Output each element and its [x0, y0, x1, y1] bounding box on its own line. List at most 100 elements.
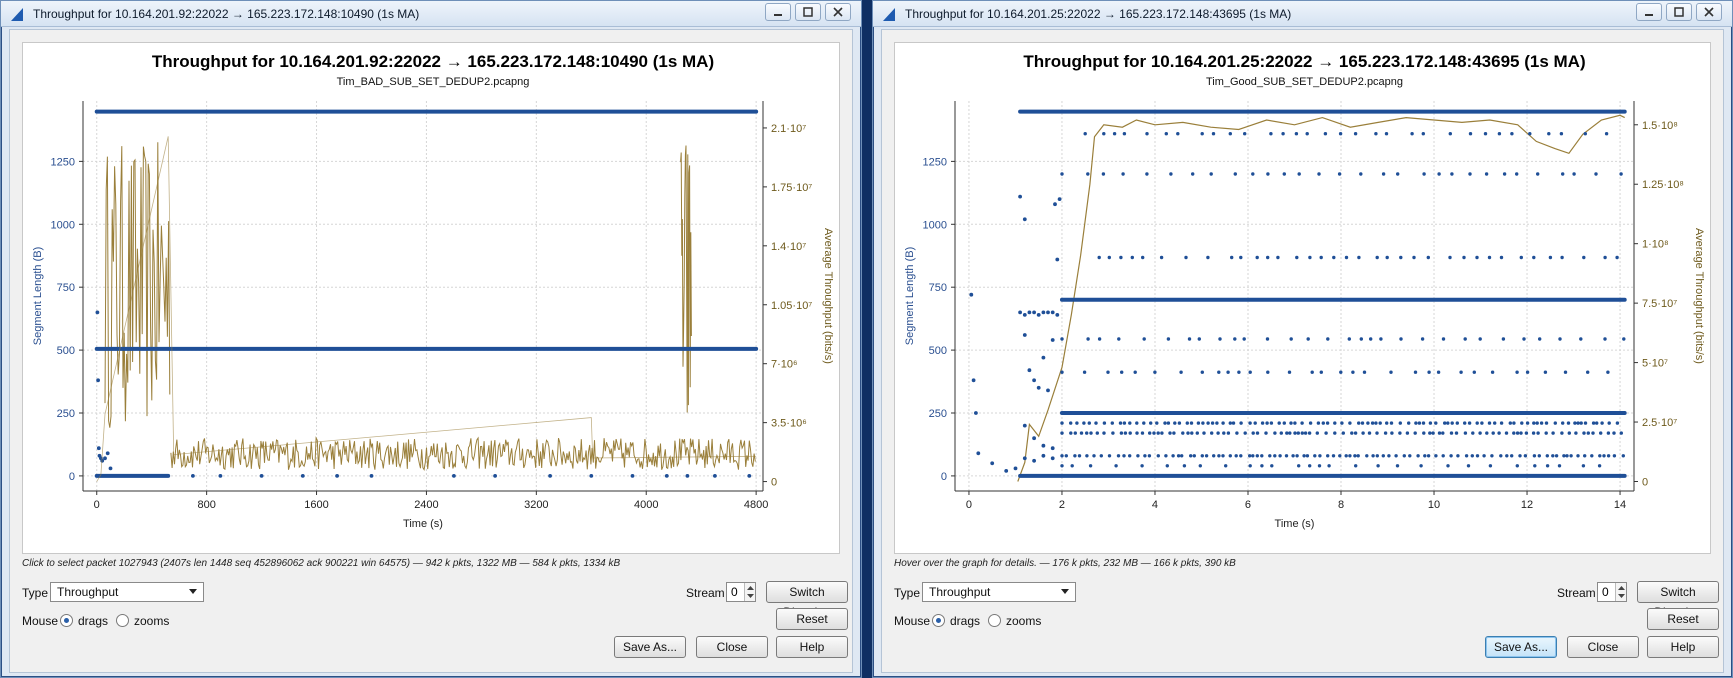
segment-point: [1437, 172, 1441, 176]
segment-point: [1563, 370, 1568, 374]
close-window-button[interactable]: [1696, 3, 1722, 21]
segment-point: [1251, 431, 1255, 435]
y2-tick-label: 1.5·10⁸: [1642, 120, 1678, 132]
segment-point: [1615, 421, 1620, 425]
segment-point: [1594, 172, 1598, 176]
segment-point: [1522, 337, 1526, 341]
drags-radio[interactable]: [60, 614, 73, 627]
segment-point: [1057, 197, 1062, 202]
segment-point: [1260, 421, 1265, 425]
graph-window-good: Throughput for 10.164.201.25:22022 → 165…: [872, 0, 1733, 678]
segment-point: [1169, 172, 1173, 176]
save-as-button[interactable]: Save As...: [1485, 636, 1557, 658]
chart-title: Throughput for 10.164.201.25:22022 → 165…: [1023, 52, 1585, 71]
segment-point: [1305, 132, 1309, 136]
minimize-button[interactable]: [765, 3, 791, 21]
segment-point: [1133, 370, 1137, 374]
segment-point: [1524, 431, 1529, 435]
zooms-radio[interactable]: [116, 614, 129, 627]
segment-point: [1276, 255, 1280, 260]
reset-button[interactable]: Reset: [1647, 608, 1719, 630]
segment-point: [1520, 421, 1524, 425]
segment-point: [1296, 431, 1300, 435]
segment-point: [1085, 431, 1089, 435]
drags-radio[interactable]: [932, 614, 945, 627]
segment-point: [1022, 456, 1027, 461]
plot-area[interactable]: Throughput for 10.164.201.92:22022 → 165…: [22, 42, 840, 554]
stream-spinbox[interactable]: 0: [1597, 582, 1627, 602]
throughput-chart[interactable]: Throughput for 10.164.201.92:22022 → 165…: [23, 43, 843, 553]
window-titlebar[interactable]: Throughput for 10.164.201.25:22022 → 165…: [873, 1, 1732, 27]
mouse-label: Mouse: [22, 614, 59, 628]
segment-point: [1385, 421, 1389, 425]
segment-point: [1242, 337, 1246, 341]
segment-point: [96, 446, 101, 451]
stream-spinbox[interactable]: 0: [726, 582, 756, 602]
maximize-icon: [1674, 7, 1684, 17]
segment-point: [1278, 454, 1282, 458]
segment-point: [1221, 454, 1225, 458]
help-button[interactable]: Help: [776, 636, 848, 658]
type-label: Type: [22, 586, 49, 600]
y2-tick-label: 5·10⁷: [1642, 358, 1668, 370]
maximize-button[interactable]: [1666, 3, 1692, 21]
segment-point: [1582, 255, 1586, 260]
graph-window-bad: Throughput for 10.164.201.92:22022 → 165…: [0, 0, 862, 678]
segment-point: [1317, 172, 1321, 176]
segment-point: [1265, 337, 1270, 341]
window-titlebar[interactable]: Throughput for 10.164.201.92:22022 → 165…: [1, 1, 861, 27]
switch-direction-button[interactable]: Switch Direction: [766, 581, 848, 619]
segment-point: [1265, 421, 1269, 425]
segment-point: [1499, 255, 1504, 260]
minimize-button[interactable]: [1636, 3, 1662, 21]
save-as-button[interactable]: Save As...: [614, 636, 686, 658]
segment-point: [1273, 431, 1277, 435]
segment-point: [1428, 431, 1432, 435]
segment-point: [1315, 431, 1319, 435]
segment-point: [96, 378, 100, 383]
graph-type-select[interactable]: Throughput: [922, 582, 1076, 602]
segment-point: [103, 456, 107, 461]
zooms-radio[interactable]: [988, 614, 1001, 627]
segment-point: [1172, 431, 1176, 435]
zooms-label: zooms: [1006, 614, 1042, 628]
throughput-chart[interactable]: Throughput for 10.164.201.25:22022 → 165…: [895, 43, 1714, 553]
segment-point: [1200, 370, 1204, 374]
maximize-button[interactable]: [795, 3, 821, 21]
segment-point: [105, 451, 110, 456]
segment-point: [1551, 431, 1555, 435]
segment-point: [990, 461, 995, 466]
segment-point: [1079, 431, 1084, 435]
segment-point: [1357, 421, 1361, 425]
segment-point: [1394, 454, 1398, 458]
segment-point: [1107, 255, 1111, 260]
close-button[interactable]: Close: [1567, 636, 1639, 658]
stream-value: 0: [1602, 585, 1609, 599]
segment-point: [1013, 466, 1018, 471]
segment-point: [1171, 454, 1175, 458]
spin-arrows[interactable]: [744, 583, 755, 601]
segment-point: [1621, 454, 1625, 458]
segment-point: [1251, 454, 1255, 458]
segment-point: [1399, 337, 1403, 341]
segment-point: [1069, 421, 1073, 425]
graph-type-select[interactable]: Throughput: [50, 582, 204, 602]
segment-point: [1284, 454, 1289, 458]
segment-point: [1089, 431, 1093, 435]
segment-point: [1184, 255, 1188, 260]
segment-point: [1313, 454, 1317, 458]
close-button[interactable]: Close: [696, 636, 768, 658]
reset-button[interactable]: Reset: [776, 608, 848, 630]
spin-arrows[interactable]: [1615, 583, 1626, 601]
segment-point: [1591, 431, 1595, 435]
plot-area[interactable]: Throughput for 10.164.201.25:22022 → 165…: [894, 42, 1711, 554]
segment-point: [1448, 255, 1452, 260]
y2-tick-label: 2.1·10⁷: [771, 123, 806, 135]
segment-point: [1086, 172, 1090, 176]
close-window-button[interactable]: [825, 3, 851, 21]
segment-point: [1353, 454, 1357, 458]
help-button[interactable]: Help: [1647, 636, 1719, 658]
segment-point: [1487, 421, 1492, 425]
segment-point: [1191, 172, 1195, 176]
switch-direction-button[interactable]: Switch Direction: [1637, 581, 1719, 619]
